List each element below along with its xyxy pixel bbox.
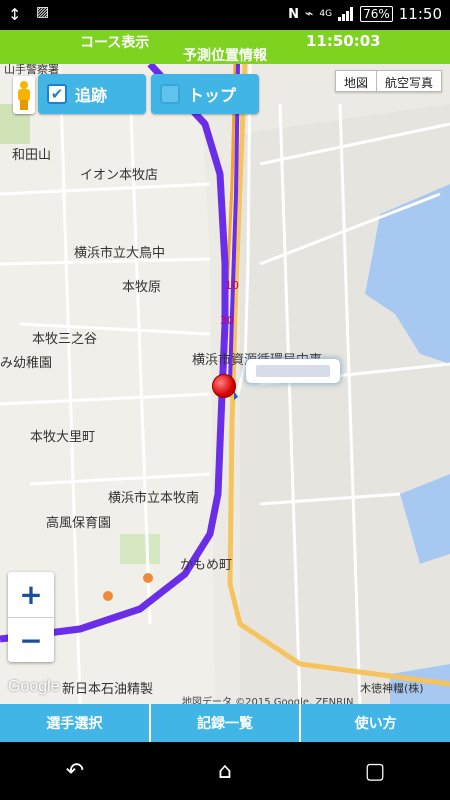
map-label: 本牧原	[122, 280, 162, 295]
back-icon[interactable]: ↶	[45, 759, 105, 784]
map-label: 高風保育園	[46, 516, 112, 531]
location-pin-icon[interactable]	[212, 374, 236, 398]
map-label: み幼稚園	[0, 356, 53, 371]
home-icon[interactable]: ⌂	[195, 759, 255, 784]
map-type-selector[interactable]: 地図 航空写真	[334, 70, 442, 92]
map-label: 本牧大里町	[30, 430, 96, 445]
status-time: 11:50	[398, 5, 442, 23]
map-copyright[interactable]: 地図データ ©2015 Google, ZENRIN	[182, 693, 353, 704]
park-area	[120, 534, 160, 564]
map-label: 和田山	[12, 148, 52, 163]
check-icon: ✔	[47, 84, 67, 104]
blurred-name	[256, 365, 330, 377]
page-title: 予測位置情報	[183, 48, 267, 64]
map-type-map[interactable]: 地図	[336, 71, 376, 91]
top-toggle[interactable]: トップ	[151, 74, 259, 114]
map-label: かもめ町	[180, 558, 233, 573]
zoom-controls: + −	[8, 572, 54, 662]
map-label: イオン本牧店	[80, 168, 159, 183]
bottom-action-bar: 選手選択 記録一覧 使い方	[0, 704, 450, 742]
map-label: 横浜市立大鳥中	[74, 246, 166, 261]
system-nav-bar: ↶ ⌂ ▢	[0, 742, 450, 800]
picture-icon: ▨	[36, 4, 50, 20]
runner-marker	[143, 573, 153, 583]
map-view[interactable]: 山手警察署 和田山 イオン本牧店 横浜市立大鳥中 本牧原 本牧三之谷 み幼稚園 …	[0, 64, 450, 704]
status-icons: N ⌁ 4G 76% 11:50	[288, 5, 442, 23]
tracking-toggle[interactable]: ✔ 追跡	[38, 74, 146, 114]
map-label: 木徳神糧(株)	[360, 682, 424, 695]
port-area	[240, 104, 450, 704]
map-label: 本牧三之谷	[32, 332, 98, 347]
status-bar: ↕ ▨ N ⌁ 4G 76% 11:50	[0, 0, 450, 30]
map-type-satellite[interactable]: 航空写真	[375, 71, 441, 91]
network-type: 4G	[319, 8, 333, 19]
street-view-pegman-icon[interactable]	[13, 76, 35, 114]
runner-marker	[103, 591, 113, 601]
checkbox-icon	[160, 84, 180, 104]
nfc-icon: N	[288, 6, 299, 22]
usb-icon: ↕	[8, 5, 22, 24]
map-label: 横浜市立本牧南	[108, 491, 200, 506]
signal-icon	[338, 7, 354, 21]
how-to-use-button[interactable]: 使い方	[299, 704, 450, 742]
google-logo: Google	[8, 678, 60, 695]
map-label: 新日本石油精製	[62, 682, 154, 697]
zoom-out-button[interactable]: −	[8, 617, 54, 662]
vibrate-icon: ⌁	[304, 6, 314, 22]
tracking-label: 追跡	[75, 86, 108, 105]
map-label: 10	[225, 279, 239, 292]
app-header: コース表示 11:50:03 予測位置情報	[0, 30, 450, 64]
recent-apps-icon[interactable]: ▢	[345, 759, 405, 784]
records-list-button[interactable]: 記録一覧	[148, 704, 300, 742]
zoom-in-button[interactable]: +	[8, 572, 54, 617]
battery-indicator: 76%	[360, 6, 393, 22]
select-athlete-button[interactable]: 選手選択	[0, 704, 149, 742]
map-label: 30	[220, 314, 234, 327]
runner-info-callout[interactable]	[246, 359, 340, 383]
top-label: トップ	[188, 86, 237, 105]
